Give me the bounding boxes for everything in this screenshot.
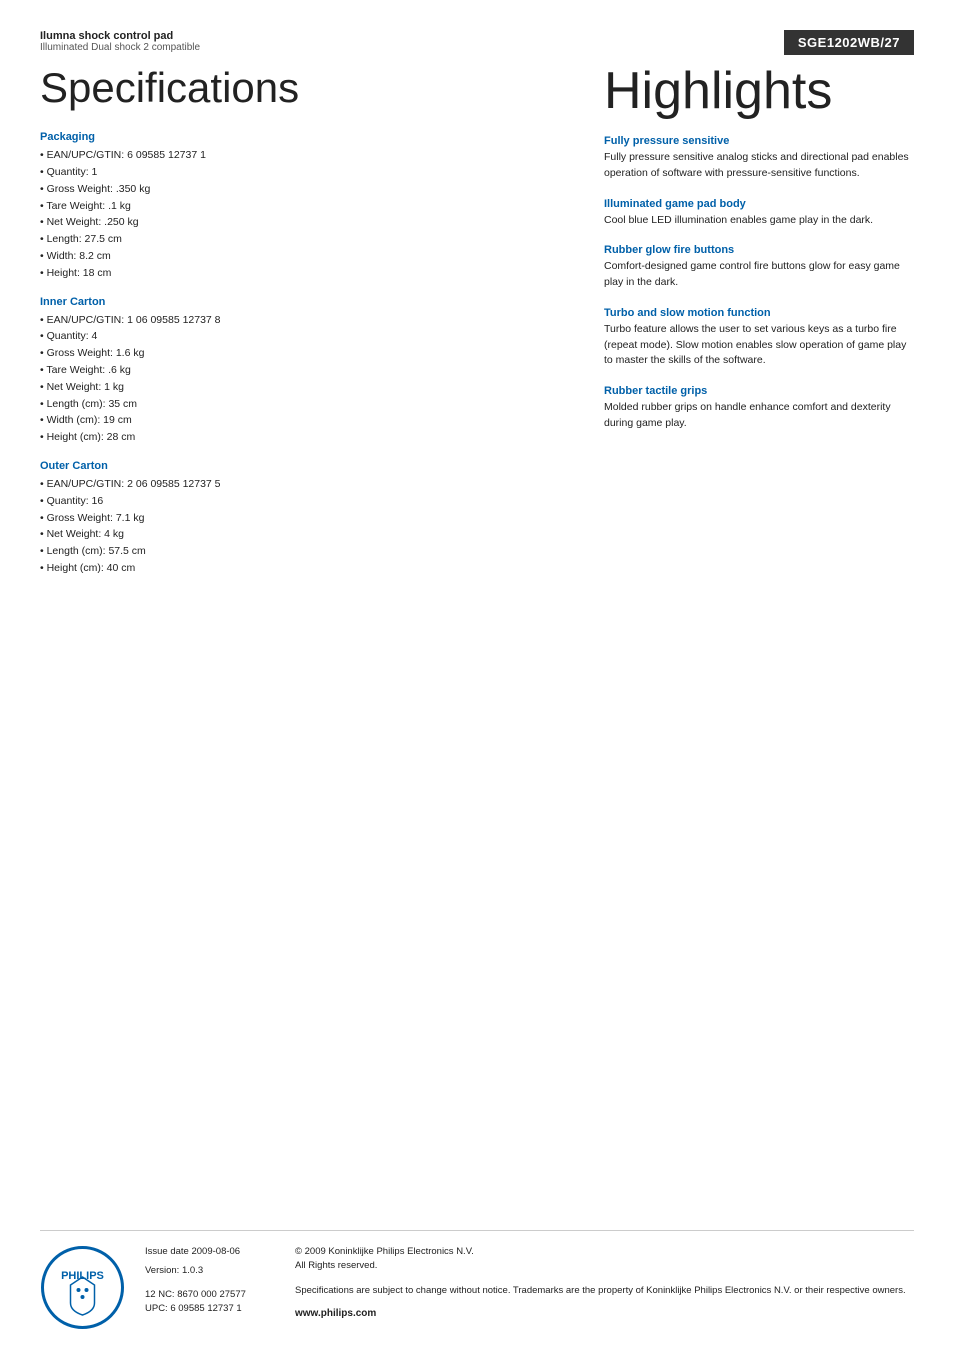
packaging-title: Packaging [40, 131, 564, 143]
list-item: Tare Weight: .1 kg [40, 198, 564, 215]
outer-carton-section: Outer Carton EAN/UPC/GTIN: 2 06 09585 12… [40, 460, 564, 577]
inner-carton-title: Inner Carton [40, 296, 564, 308]
nc-value: 12 NC: 8670 000 27577 [145, 1288, 275, 1302]
copyright-text: © 2009 Koninklijke Philips Electronics N… [295, 1245, 914, 1259]
specifications-title: Specifications [40, 65, 564, 111]
rights-text: All Rights reserved. [295, 1259, 914, 1273]
highlights-sections: Fully pressure sensitive Fully pressure s… [604, 135, 914, 432]
list-item: Gross Weight: 1.6 kg [40, 345, 564, 362]
highlight-title: Rubber tactile grips [604, 385, 914, 397]
outer-carton-title: Outer Carton [40, 460, 564, 472]
list-item: Net Weight: 4 kg [40, 526, 564, 543]
list-item: Height: 18 cm [40, 265, 564, 282]
list-item: Height (cm): 40 cm [40, 560, 564, 577]
list-item: EAN/UPC/GTIN: 2 06 09585 12737 5 [40, 476, 564, 493]
list-item: EAN/UPC/GTIN: 6 09585 12737 1 [40, 147, 564, 164]
highlight-title: Rubber glow fire buttons [604, 244, 914, 256]
page: Ilumna shock control pad Illuminated Dua… [0, 0, 954, 1350]
list-item: Length (cm): 57.5 cm [40, 543, 564, 560]
packaging-items: EAN/UPC/GTIN: 6 09585 12737 1Quantity: 1… [40, 147, 564, 281]
version-row: Version: 1.0.3 [145, 1264, 275, 1277]
top-header: Ilumna shock control pad Illuminated Dua… [40, 30, 914, 55]
highlight-text: Comfort-designed game control fire butto… [604, 259, 914, 291]
issue-date-value: 2009-08-06 [191, 1246, 240, 1257]
highlight-title: Fully pressure sensitive [604, 135, 914, 147]
highlight-section: Illuminated game pad body Cool blue LED i… [604, 198, 914, 229]
highlight-section: Rubber tactile grips Molded rubber grips … [604, 385, 914, 432]
version-label: Version: [145, 1265, 182, 1276]
highlight-title: Illuminated game pad body [604, 198, 914, 210]
list-item: Width: 8.2 cm [40, 248, 564, 265]
inner-carton-section: Inner Carton EAN/UPC/GTIN: 1 06 09585 12… [40, 296, 564, 362]
packaging-section: Packaging EAN/UPC/GTIN: 6 09585 12737 1Q… [40, 131, 564, 281]
upc-value: UPC: 6 09585 12737 1 [145, 1302, 275, 1316]
list-item: Length: 27.5 cm [40, 231, 564, 248]
product-subtitle: Illuminated Dual shock 2 compatible [40, 42, 784, 53]
footer-copyright-block: © 2009 Koninklijke Philips Electronics N… [295, 1245, 914, 1274]
list-item: EAN/UPC/GTIN: 1 06 09585 12737 8 [40, 312, 564, 329]
footer-legal: © 2009 Koninklijke Philips Electronics N… [295, 1245, 914, 1321]
inner-carton-col2-items: Tare Weight: .6 kgNet Weight: 1 kgLength… [40, 362, 564, 446]
nc-upc: 12 NC: 8670 000 27577 UPC: 6 09585 12737… [145, 1288, 275, 1317]
website: www.philips.com [295, 1306, 914, 1321]
highlight-text: Fully pressure sensitive analog sticks a… [604, 150, 914, 182]
highlight-text: Molded rubber grips on handle enhance co… [604, 400, 914, 432]
list-item: Quantity: 1 [40, 164, 564, 181]
philips-logo: PHILIPS [40, 1245, 125, 1330]
inner-carton-items: EAN/UPC/GTIN: 1 06 09585 12737 8Quantity… [40, 312, 564, 362]
product-name-area: Ilumna shock control pad Illuminated Dua… [40, 30, 784, 53]
list-item: Tare Weight: .6 kg [40, 362, 564, 379]
highlight-section: Turbo and slow motion function Turbo feat… [604, 307, 914, 369]
list-item: Net Weight: 1 kg [40, 379, 564, 396]
highlight-section: Rubber glow fire buttons Comfort-designed… [604, 244, 914, 291]
issue-label: Issue date [145, 1246, 191, 1257]
main-content: Specifications Packaging EAN/UPC/GTIN: 6… [40, 65, 914, 591]
highlights-title: Highlights [604, 65, 914, 117]
list-item: Width (cm): 19 cm [40, 412, 564, 429]
list-item: Height (cm): 28 cm [40, 429, 564, 446]
specifications-column: Specifications Packaging EAN/UPC/GTIN: 6… [40, 65, 564, 591]
list-item: Quantity: 4 [40, 328, 564, 345]
inner-carton-col2: Tare Weight: .6 kgNet Weight: 1 kgLength… [40, 362, 564, 446]
issue-date-row: Issue date 2009-08-06 [145, 1245, 275, 1258]
footer: PHILIPS Issue date 2009-08-06 Version: 1… [40, 1230, 914, 1330]
highlight-text: Cool blue LED illumination enables game … [604, 213, 914, 229]
list-item: Gross Weight: .350 kg [40, 181, 564, 198]
version-value: 1.0.3 [182, 1265, 203, 1276]
list-item: Net Weight: .250 kg [40, 214, 564, 231]
svg-text:PHILIPS: PHILIPS [61, 1270, 104, 1282]
highlights-column: Highlights Fully pressure sensitiveFully… [604, 65, 914, 591]
legal-text: Specifications are subject to change wit… [295, 1284, 914, 1298]
product-title: Ilumna shock control pad [40, 30, 784, 42]
outer-carton-items: EAN/UPC/GTIN: 2 06 09585 12737 5Quantity… [40, 476, 564, 577]
list-item: Quantity: 16 [40, 493, 564, 510]
highlight-section: Fully pressure sensitive Fully pressure s… [604, 135, 914, 182]
list-item: Gross Weight: 7.1 kg [40, 510, 564, 527]
model-badge: SGE1202WB/27 [784, 30, 914, 55]
footer-meta: Issue date 2009-08-06 Version: 1.0.3 12 … [145, 1245, 275, 1316]
highlight-title: Turbo and slow motion function [604, 307, 914, 319]
list-item: Length (cm): 35 cm [40, 396, 564, 413]
highlight-text: Turbo feature allows the user to set var… [604, 322, 914, 369]
